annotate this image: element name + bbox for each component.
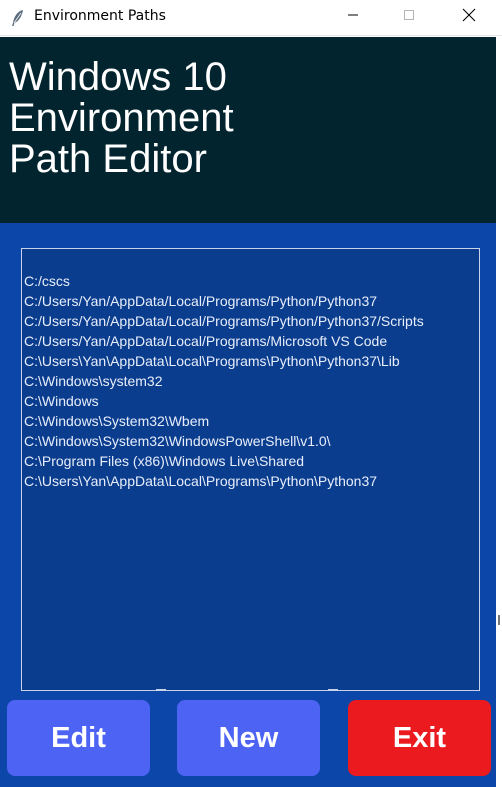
app-window: Environment Paths Windows 10 Environment… [0,0,502,787]
edge-mark [498,615,500,625]
path-list-item[interactable]: C:/Users/Yan/AppData/Local/Programs/Pyth… [24,291,479,311]
path-list-item[interactable]: C:/Users/Yan/AppData/Local/Programs/Pyth… [24,311,479,331]
minimize-button[interactable] [330,0,376,34]
app-content: Windows 10 Environment Path Editor C:/cs… [0,37,496,787]
close-icon [462,8,476,27]
path-listbox[interactable]: C:/cscs C:/Users/Yan/AppData/Local/Progra… [21,248,480,691]
path-list-item[interactable]: C:\Windows\system32 [24,371,479,391]
minimize-icon [347,8,359,26]
page-title: Windows 10 Environment Path Editor [9,55,234,181]
list-scroll-marker [156,689,166,691]
path-list-item[interactable]: C:\Users\Yan\AppData\Local\Programs\Pyth… [24,471,479,491]
window-title: Environment Paths [34,8,166,24]
close-button[interactable] [446,0,492,34]
edit-button[interactable]: Edit [7,700,150,776]
window-edge [496,37,502,787]
maximize-button[interactable] [386,0,432,34]
path-list-item[interactable]: C:/cscs [24,271,479,291]
maximize-icon [403,8,415,26]
title-bar[interactable]: Environment Paths [0,0,502,36]
path-list-item[interactable]: C:/Users/Yan/AppData/Local/Programs/Micr… [24,331,479,351]
exit-button[interactable]: Exit [348,700,491,776]
header-banner: Windows 10 Environment Path Editor [0,37,496,223]
path-list-item[interactable]: C:\Windows [24,391,479,411]
feather-icon [10,9,26,27]
path-list-item[interactable]: C:\Windows\System32\WindowsPowerShell\v1… [24,431,479,451]
path-list-item[interactable]: C:\Users\Yan\AppData\Local\Programs\Pyth… [24,351,479,371]
list-scroll-marker [328,689,338,691]
path-list-item[interactable]: C:\Windows\System32\Wbem [24,411,479,431]
new-button[interactable]: New [177,700,320,776]
path-list-item[interactable]: C:\Program Files (x86)\Windows Live\Shar… [24,451,479,471]
